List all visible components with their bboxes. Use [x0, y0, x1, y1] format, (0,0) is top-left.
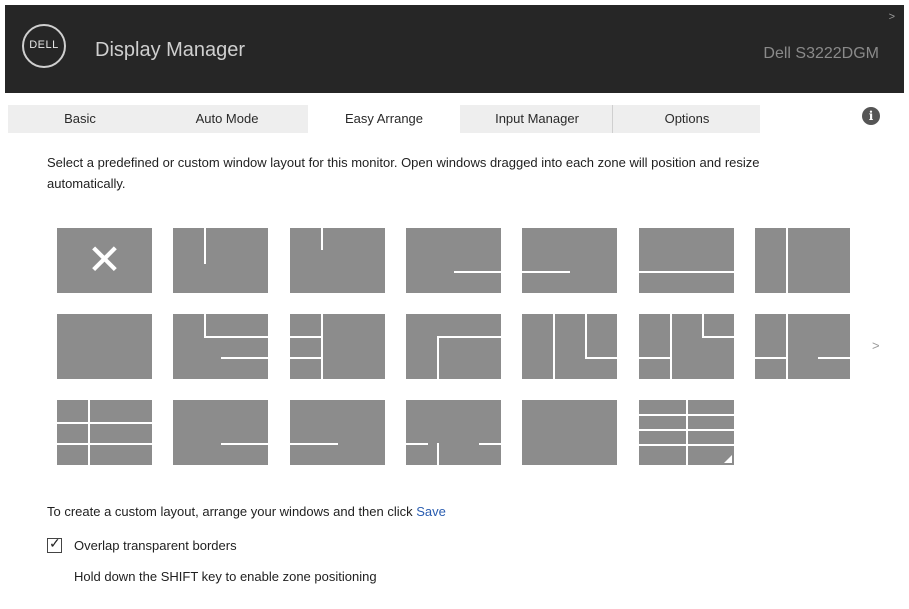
zone-divider: [321, 314, 323, 379]
app-title: Display Manager: [95, 39, 246, 61]
tab-bar: Basic Auto Mode Easy Arrange Input Manag…: [8, 105, 760, 133]
shift-hint-text: Hold down the SHIFT key to enable zone p…: [74, 569, 377, 584]
layout-tile[interactable]: [173, 400, 268, 465]
custom-layout-text: To create a custom layout, arrange your …: [47, 504, 446, 519]
layout-tile[interactable]: [639, 228, 734, 293]
tab-easy-arrange[interactable]: Easy Arrange: [308, 105, 460, 133]
layout-tile[interactable]: [290, 228, 385, 293]
zone-divider: [57, 422, 152, 424]
zone-divider: [221, 357, 268, 359]
zone-divider: [437, 336, 501, 338]
checkmark-icon: ✓: [49, 535, 61, 551]
next-page-arrow-icon[interactable]: >: [872, 338, 880, 353]
close-icon: ✕: [86, 235, 123, 284]
zone-divider: [702, 336, 734, 338]
zone-divider: [290, 357, 321, 359]
layout-tile[interactable]: [406, 400, 501, 465]
layout-tile[interactable]: [406, 314, 501, 379]
zone-divider: [553, 314, 555, 379]
zone-divider: [454, 271, 501, 273]
layout-tile[interactable]: [290, 400, 385, 465]
zone-divider: [204, 336, 268, 338]
expand-chevron-icon[interactable]: >: [889, 11, 895, 23]
zone-divider: [818, 357, 850, 359]
zone-divider: [686, 400, 688, 465]
tab-options[interactable]: Options: [612, 105, 761, 133]
zone-divider: [290, 336, 321, 338]
app-header: DELL Display Manager Dell S3222DGM >: [5, 5, 904, 93]
dell-logo: DELL: [22, 24, 66, 68]
layout-tile[interactable]: [755, 228, 850, 293]
info-icon[interactable]: i: [862, 107, 880, 125]
monitor-model: Dell S3222DGM: [763, 45, 879, 62]
layout-tile[interactable]: [406, 228, 501, 293]
layout-tile[interactable]: [522, 314, 617, 379]
zone-divider: [702, 314, 704, 336]
tab-basic[interactable]: Basic: [8, 105, 152, 133]
layout-tile[interactable]: [522, 400, 617, 465]
layout-tile[interactable]: [173, 314, 268, 379]
save-link[interactable]: Save: [416, 504, 446, 519]
zone-divider: [437, 336, 439, 379]
layout-tile[interactable]: [755, 314, 850, 379]
layout-tile[interactable]: [522, 228, 617, 293]
zone-divider: [755, 357, 786, 359]
zone-divider: [321, 228, 323, 250]
instructions-text: Select a predefined or custom window lay…: [47, 155, 760, 191]
zone-divider: [639, 357, 670, 359]
zone-divider: [522, 271, 570, 273]
zone-divider: [639, 271, 734, 273]
overlap-borders-label[interactable]: Overlap transparent borders: [74, 538, 237, 553]
zone-divider: [290, 443, 338, 445]
zone-divider: [585, 357, 617, 359]
layout-tile[interactable]: [639, 314, 734, 379]
layout-tile[interactable]: [173, 228, 268, 293]
zone-divider: [204, 314, 206, 336]
zone-divider: [88, 400, 90, 465]
zone-divider: [786, 228, 788, 293]
layout-tile[interactable]: [57, 400, 152, 465]
tab-input-manager[interactable]: Input Manager: [463, 105, 611, 133]
zone-divider: [204, 228, 206, 264]
zone-divider: [670, 314, 672, 379]
zone-divider: [786, 314, 788, 379]
overlap-borders-checkbox[interactable]: ✓: [47, 535, 62, 553]
layout-tile[interactable]: [57, 314, 152, 379]
zone-divider: [585, 314, 587, 357]
zone-divider: [221, 443, 268, 445]
zone-divider: [406, 443, 428, 445]
zone-divider: [437, 443, 439, 465]
layout-none[interactable]: ✕: [57, 228, 152, 293]
layout-custom[interactable]: [639, 400, 734, 465]
tab-auto-mode[interactable]: Auto Mode: [152, 105, 302, 133]
layout-tile[interactable]: [290, 314, 385, 379]
zone-divider: [57, 443, 152, 445]
zone-divider: [479, 443, 501, 445]
custom-layout-instruction: To create a custom layout, arrange your …: [47, 504, 413, 519]
resize-corner-icon: [724, 455, 732, 463]
